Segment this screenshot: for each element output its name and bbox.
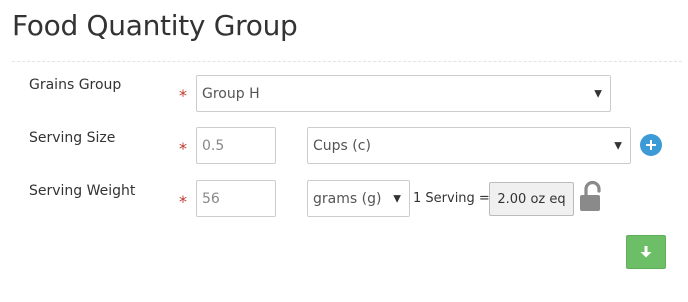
serving-size-required-marker: * [179,139,187,158]
add-unit-button[interactable] [640,134,662,156]
grains-group-label: Grains Group [29,77,122,93]
serving-size-value: 0.5 [202,137,225,154]
serving-weight-required-marker: * [179,192,187,211]
serving-size-label: Serving Size [29,130,116,146]
grains-group-select[interactable]: Group H ▼ [196,75,611,112]
serving-weight-label: Serving Weight [29,183,136,199]
serving-equivalence-label: 1 Serving = [413,191,490,206]
serving-size-input[interactable]: 0.5 [196,127,276,164]
chevron-down-icon: ▼ [614,140,622,151]
submit-button[interactable] [626,235,666,269]
plus-circle-icon [646,140,656,150]
arrow-down-icon [640,246,652,258]
serving-weight-input[interactable]: 56 [196,180,276,217]
serving-size-unit-select[interactable]: Cups (c) ▼ [307,127,631,164]
grains-group-required-marker: * [179,86,187,105]
unlocked-padlock-icon [580,180,601,211]
title-divider [12,61,682,62]
chevron-down-icon: ▼ [594,88,602,99]
serving-weight-unit-value: grams (g) [313,190,382,207]
serving-size-unit-value: Cups (c) [313,137,371,154]
unlock-toggle[interactable] [578,180,604,214]
chevron-down-icon: ▼ [393,193,401,204]
oz-eq-readout: 2.00 oz eq [489,182,574,216]
serving-weight-value: 56 [202,190,220,207]
grains-group-selected-value: Group H [202,85,260,102]
page-title: Food Quantity Group [12,9,298,42]
serving-weight-unit-select[interactable]: grams (g) ▼ [307,180,410,217]
